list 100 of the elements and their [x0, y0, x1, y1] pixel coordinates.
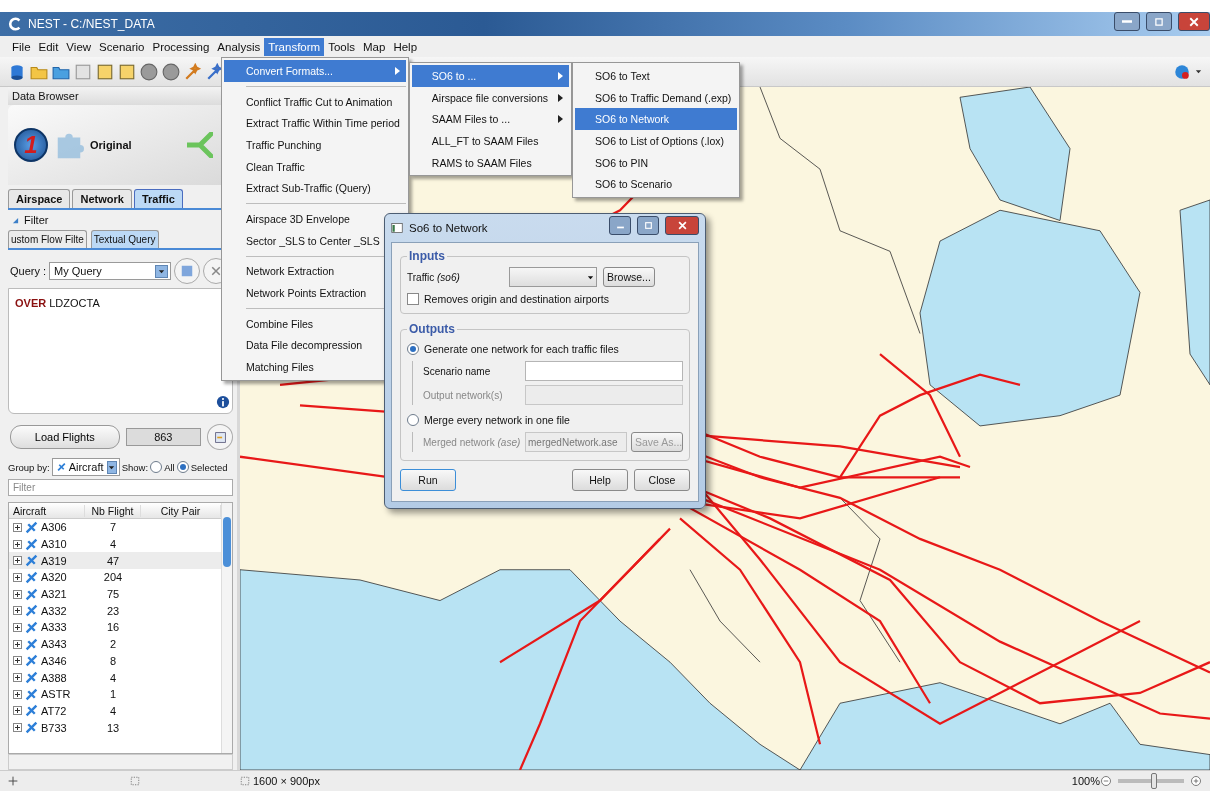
collapse-triangle-icon[interactable] — [12, 216, 19, 224]
menu-item[interactable]: SO6 to List of Options (.lox) — [575, 130, 738, 152]
expand-icon[interactable] — [13, 556, 22, 566]
table-cell: A310 — [41, 538, 67, 551]
menu-bar-item[interactable]: Tools — [324, 37, 360, 56]
expand-icon[interactable] — [13, 723, 22, 733]
menu-item[interactable]: Clean Traffic — [224, 155, 406, 178]
tab[interactable]: Airspace — [8, 189, 71, 208]
menu-item[interactable]: SO6 to Traffic Demand (.exp) — [575, 86, 738, 109]
export-button[interactable] — [207, 424, 233, 450]
section-title: Filter — [24, 214, 49, 226]
menu-item[interactable]: SO6 to ... — [411, 65, 569, 87]
table-cell: 47 — [106, 554, 120, 567]
menu-bar-item[interactable]: Transform — [264, 37, 325, 56]
menu-item[interactable]: SO6 to Network — [575, 108, 738, 131]
restore-button[interactable] — [1146, 12, 1172, 31]
zoom-out-icon[interactable] — [1100, 775, 1112, 787]
menu-bar-item[interactable]: Processing — [148, 37, 214, 56]
expand-icon[interactable] — [13, 572, 22, 582]
menu-item[interactable]: ALL_FT to SAAM Files — [411, 130, 569, 152]
expand-icon[interactable] — [13, 622, 22, 632]
database-icon[interactable] — [8, 62, 26, 81]
menu-item[interactable]: SO6 to PIN — [575, 151, 738, 174]
close-button[interactable] — [1178, 12, 1210, 31]
minimize-button[interactable] — [1114, 12, 1140, 31]
filter-field[interactable]: Filter — [8, 479, 233, 496]
expand-icon[interactable] — [13, 689, 22, 699]
close-button[interactable] — [665, 216, 699, 235]
menu-bar-item[interactable]: Scenario — [95, 37, 149, 56]
menu-bar-item[interactable]: File — [8, 37, 35, 56]
expand-icon[interactable] — [13, 656, 22, 666]
expand-icon[interactable] — [13, 639, 22, 649]
scrollbar[interactable] — [221, 503, 232, 753]
radio-button[interactable] — [407, 343, 419, 355]
panel-icon[interactable] — [96, 62, 114, 81]
menu-bar-item[interactable]: Help — [389, 37, 422, 56]
menu-bar-item[interactable]: View — [62, 37, 96, 56]
field-label: Scenario name — [423, 365, 492, 377]
menu-item[interactable]: SO6 to Text — [575, 65, 738, 87]
radio-button[interactable] — [150, 461, 163, 473]
table-cell: 4 — [109, 671, 117, 684]
zoom-in-icon[interactable] — [1190, 775, 1202, 787]
dialog-button[interactable]: Help — [572, 469, 628, 491]
table-cell: B733 — [41, 721, 67, 734]
menu-item[interactable]: Extract Traffic Within Time period — [224, 112, 406, 135]
menu-item[interactable]: RAMS to SAAM Files — [411, 151, 569, 174]
tab[interactable]: Network — [72, 189, 132, 208]
list-icon — [213, 430, 227, 444]
minimize-button[interactable] — [609, 216, 631, 235]
radio-button[interactable] — [407, 414, 419, 426]
radio-button[interactable] — [176, 461, 189, 473]
menu-item[interactable]: Conflict Traffic Cut to Animation — [224, 90, 406, 113]
query-dropdown[interactable]: My Query — [49, 262, 172, 280]
field-label: Traffic (so6) — [407, 271, 461, 283]
column-header[interactable]: Nb Flight — [85, 504, 141, 517]
load-flights-button[interactable]: Load Flights — [10, 425, 120, 449]
menu-item[interactable]: Extract Sub-Traffic (Query) — [224, 177, 406, 200]
window-icon — [391, 222, 403, 234]
panel-icon[interactable] — [118, 62, 136, 81]
tab[interactable]: Traffic — [133, 189, 183, 208]
globe-icon[interactable] — [1173, 62, 1191, 81]
maximize-button[interactable] — [637, 216, 659, 235]
expand-icon[interactable] — [13, 606, 22, 616]
wand-icon[interactable] — [206, 62, 224, 81]
expand-icon[interactable] — [13, 589, 22, 599]
table-cell: A333 — [41, 621, 67, 634]
move-icon[interactable] — [8, 776, 18, 786]
expand-icon[interactable] — [13, 706, 22, 716]
tab[interactable]: Textual Query — [90, 230, 159, 248]
query-editor[interactable]: OVER LDZOCTA — [8, 288, 233, 414]
wand-icon[interactable] — [184, 62, 202, 81]
dialog-button[interactable]: Close — [634, 469, 690, 491]
expand-icon[interactable] — [13, 522, 22, 532]
menu-bar-item[interactable]: Map — [359, 37, 390, 56]
table-row[interactable]: A319 47 — [9, 552, 221, 570]
menu-item[interactable]: Traffic Punching — [224, 134, 406, 156]
info-icon[interactable] — [216, 395, 230, 409]
column-header[interactable]: Aircraft — [9, 504, 85, 517]
menu-item[interactable]: SO6 to Scenario — [575, 173, 738, 196]
caret-icon — [108, 463, 116, 471]
traffic-dropdown[interactable] — [509, 267, 597, 287]
expand-icon[interactable] — [13, 673, 22, 683]
expand-icon[interactable] — [13, 539, 22, 549]
group-by-dropdown[interactable]: Aircraft — [51, 458, 120, 476]
field-label: Show: — [121, 461, 149, 473]
menu-item[interactable]: SAAM Files to ... — [411, 108, 569, 131]
scrollbar[interactable] — [8, 754, 233, 770]
slider-thumb[interactable] — [1151, 773, 1158, 789]
menu-item[interactable]: Convert Formats... — [224, 60, 406, 82]
text-field[interactable] — [525, 361, 683, 381]
dialog-button[interactable]: Run — [400, 469, 456, 491]
browse-button[interactable]: Browse... — [603, 267, 655, 287]
checkbox[interactable] — [407, 293, 419, 305]
route-map[interactable] — [240, 87, 1210, 770]
table-cell: ASTR — [41, 688, 71, 701]
menu-bar-item[interactable]: Analysis — [213, 37, 265, 56]
menu-item[interactable]: Airspace file conversions — [411, 86, 569, 109]
menu-bar-item[interactable]: Edit — [34, 37, 63, 56]
tab[interactable]: ustom Flow Filte — [8, 230, 87, 248]
cross-icon — [210, 265, 223, 277]
